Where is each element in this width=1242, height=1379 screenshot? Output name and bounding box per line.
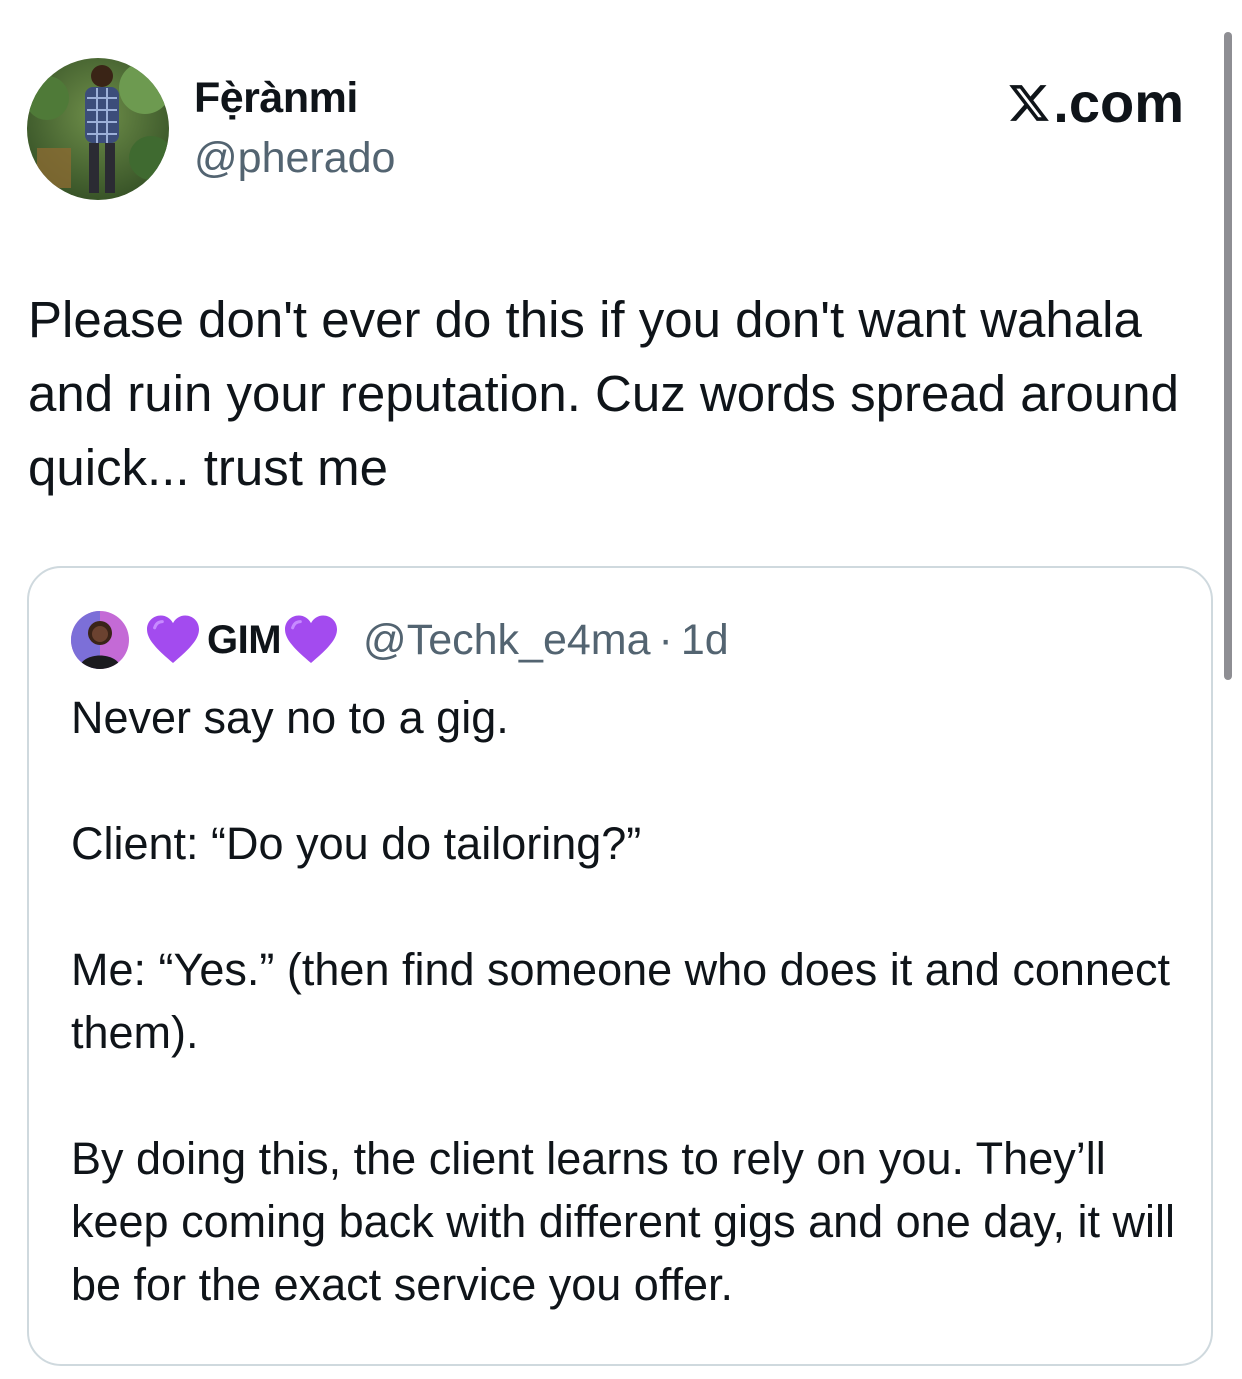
x-brand: .com — [1007, 70, 1184, 135]
header-separator: · — [658, 615, 673, 664]
author-handle[interactable]: @pherado — [194, 134, 395, 183]
quoted-paragraph: Client: “Do you do tailoring?” — [71, 818, 642, 869]
quoted-timestamp[interactable]: 1d — [681, 616, 729, 665]
tweet-text: Please don't ever do this if you don't w… — [28, 283, 1218, 505]
profile-photo-icon — [71, 611, 129, 669]
purple-heart-icon — [285, 615, 338, 663]
author-display-name[interactable]: Fẹ̀rànmi — [194, 74, 358, 123]
quoted-paragraph: By doing this, the client learns to rely… — [71, 1133, 1175, 1310]
quoted-author-name[interactable]: GIM — [207, 618, 282, 663]
quoted-author-avatar[interactable] — [71, 611, 129, 669]
x-logo-icon — [1009, 84, 1050, 121]
quoted-paragraph: Me: “Yes.” (then find someone who does i… — [71, 944, 1170, 1058]
profile-photo-icon — [27, 58, 169, 200]
author-avatar[interactable] — [27, 58, 169, 200]
brand-label: .com — [1053, 71, 1184, 134]
quoted-tweet-header: GIM @Techk_e4ma · 1d — [71, 608, 729, 672]
quoted-tweet-text: Never say no to a gig. Client: “Do you d… — [71, 686, 1181, 1379]
tweet-text-body: Please don't ever do this if you don't w… — [28, 291, 1180, 496]
quoted-author-handle[interactable]: @Techk_e4ma — [363, 616, 650, 665]
quoted-tweet-card[interactable]: GIM @Techk_e4ma · 1d Never say no to a g… — [27, 566, 1213, 1366]
quoted-paragraph: Never say no to a gig. — [71, 692, 509, 743]
scrollbar[interactable] — [1224, 32, 1232, 680]
purple-heart-icon — [147, 615, 199, 663]
